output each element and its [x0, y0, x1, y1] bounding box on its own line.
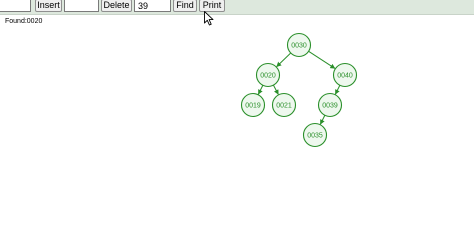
tree-node-label: 0019: [245, 103, 261, 110]
tree-node-label: 0040: [337, 73, 353, 80]
tree-node-label: 0030: [291, 43, 307, 50]
tree-node: 0019: [240, 92, 266, 118]
tree-edge: [319, 115, 326, 125]
binary-tree-diagram: 0030 0020 0040 0019 0021 0039 0035: [240, 32, 358, 148]
tree-node: 0021: [271, 92, 297, 118]
tree-edge: [334, 85, 341, 95]
tree-node-label: 0021: [276, 103, 292, 110]
tree-edge: [272, 84, 279, 95]
tree-node-label: 0039: [322, 103, 338, 110]
tree-node: 0030: [286, 32, 312, 58]
tree-node: 0040: [332, 62, 358, 88]
tree-node: 0020: [255, 62, 281, 88]
tree-node-label: 0035: [307, 133, 323, 140]
tree-edge: [308, 50, 336, 69]
tree-node: 0039: [317, 92, 343, 118]
tree-edge: [276, 52, 292, 68]
tree-node-label: 0020: [260, 73, 276, 80]
tree-edge: [257, 85, 264, 95]
tree-node: 0035: [302, 122, 328, 148]
